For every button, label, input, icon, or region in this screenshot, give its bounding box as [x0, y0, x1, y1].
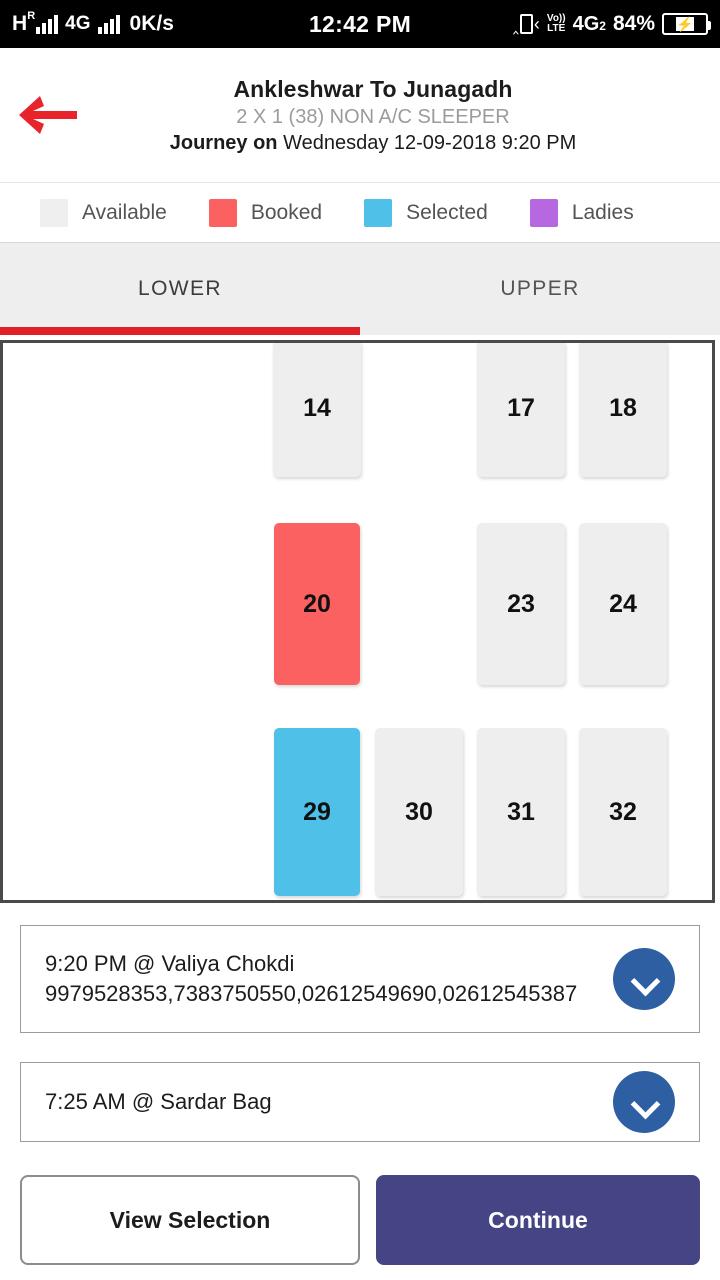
app-header: Ankleshwar To Junagadh 2 X 1 (38) NON A/…: [0, 48, 720, 183]
seat-map-canvas: 14 17 18 20 23 24 29 30 31 32: [3, 343, 712, 900]
page-title: Ankleshwar To Junagadh: [233, 75, 513, 102]
seat-number-label: 23: [507, 589, 535, 618]
chevron-down-icon: [632, 967, 656, 991]
journey-datetime-label: Wednesday 12-09-2018 9:20 PM: [283, 131, 577, 154]
seat-number-label: 24: [609, 589, 637, 618]
boarding-point-time-place: 9:20 PM @ Valiya Chokdi: [45, 951, 295, 977]
seat-23[interactable]: 23: [477, 523, 565, 685]
seat-number-label: 17: [507, 394, 535, 422]
chevron-down-icon: [632, 1090, 656, 1114]
legend-swatch-selected: [364, 198, 393, 227]
boarding-point-expand-button[interactable]: [613, 948, 675, 1010]
legend-swatch-available: [40, 198, 68, 227]
status-bar-right: ‸ ‹ Vo)) LTE 4G 2 84% ⚡: [512, 0, 711, 48]
battery-icon: ⚡: [662, 13, 711, 35]
seat-20[interactable]: 20: [274, 523, 360, 685]
vibrate-mode-icon: ‸ ‹: [512, 13, 540, 34]
boarding-point-card[interactable]: 9:20 PM @ Valiya Chokdi 9979528353,73837…: [20, 925, 700, 1033]
dropping-point-texts: 7:25 AM @ Sardar Bag: [45, 1087, 613, 1117]
seat-29[interactable]: 29: [274, 728, 360, 896]
journey-info: Journey on Wednesday 12-09-2018 9:20 PM: [96, 132, 650, 155]
status-bar: HR 4G 0K/s 12:42 PM ‸ ‹ Vo)) LTE 4G 2 84% ⚡: [0, 0, 720, 48]
boarding-point-contacts: 9979528353,7383750550,02612549690,026125…: [45, 981, 578, 1006]
battery-percent-label: 84%: [612, 12, 655, 35]
seat-number-label: 30: [405, 797, 433, 826]
tab-lower-deck[interactable]: LOWER: [0, 277, 360, 301]
continue-button[interactable]: Continue: [376, 1175, 700, 1265]
deck-tabs: LOWER UPPER: [0, 243, 720, 335]
legend-item-ladies: Ladies: [529, 198, 634, 227]
tab-upper-deck[interactable]: UPPER: [360, 277, 720, 301]
volte-icon: Vo)) LTE: [546, 13, 566, 34]
seat-number-label: 31: [507, 797, 535, 826]
sim2-network-icon: 4G 2: [572, 12, 606, 35]
journey-prefix-label: Journey on: [169, 131, 278, 154]
seat-legend: Available Booked Selected Ladies: [0, 183, 720, 243]
legend-label-ladies: Ladies: [571, 200, 634, 224]
back-arrow-icon: [19, 96, 77, 134]
seat-32[interactable]: 32: [579, 728, 667, 896]
legend-label-booked: Booked: [250, 200, 323, 224]
legend-label-selected: Selected: [406, 200, 488, 224]
seat-number-label: 29: [303, 797, 331, 826]
dropping-point-expand-button[interactable]: [613, 1071, 675, 1133]
legend-item-selected: Selected: [364, 198, 488, 227]
seat-map-container[interactable]: 14 17 18 20 23 24 29 30 31 32: [0, 340, 715, 903]
seat-number-label: 14: [303, 394, 331, 422]
seat-31[interactable]: 31: [477, 728, 565, 896]
legend-item-available: Available: [40, 198, 167, 227]
legend-swatch-ladies: [529, 198, 558, 227]
seat-17[interactable]: 17: [477, 343, 565, 477]
dropping-point-card[interactable]: 7:25 AM @ Sardar Bag: [20, 1062, 700, 1142]
legend-label-available: Available: [82, 200, 167, 224]
seat-24[interactable]: 24: [579, 523, 667, 685]
bottom-action-bar: View Selection Continue: [0, 1170, 720, 1280]
seat-number-label: 32: [609, 797, 637, 826]
active-tab-indicator: [0, 327, 360, 335]
view-selection-button[interactable]: View Selection: [20, 1175, 360, 1265]
seat-number-label: 18: [609, 394, 637, 422]
seat-14[interactable]: 14: [273, 343, 361, 477]
seat-30[interactable]: 30: [375, 728, 463, 896]
seat-18[interactable]: 18: [579, 343, 667, 477]
back-button[interactable]: [0, 48, 96, 183]
boarding-point-texts: 9:20 PM @ Valiya Chokdi 9979528353,73837…: [45, 949, 613, 1008]
legend-swatch-booked: [208, 198, 237, 227]
header-text-block: Ankleshwar To Junagadh 2 X 1 (38) NON A/…: [96, 76, 720, 155]
legend-item-booked: Booked: [208, 198, 323, 227]
seat-number-label: 20: [303, 589, 331, 618]
bus-type-label: 2 X 1 (38) NON A/C SLEEPER: [236, 105, 510, 128]
dropping-point-time-place: 7:25 AM @ Sardar Bag: [45, 1089, 272, 1115]
